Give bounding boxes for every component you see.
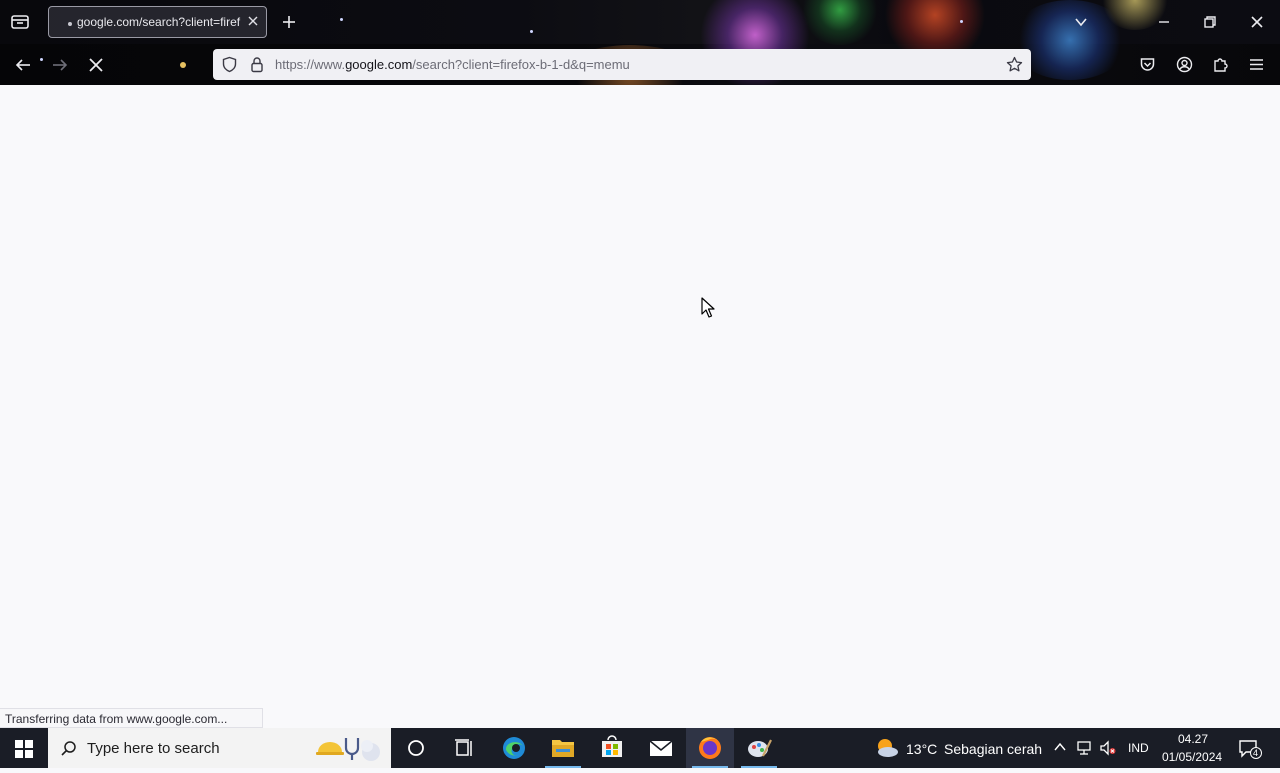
paint-taskbar-button[interactable]	[735, 728, 783, 768]
status-panel: Transferring data from www.google.com...	[0, 708, 263, 728]
firefox-taskbar-button[interactable]	[686, 728, 734, 768]
url-path: /search?client=firefox-b-1-d&q=memu	[412, 57, 630, 72]
back-button[interactable]	[14, 56, 32, 74]
wallpaper-decoration	[960, 20, 963, 23]
paint-icon	[748, 739, 772, 757]
extensions-icon	[1214, 58, 1228, 72]
star-icon	[1006, 56, 1023, 72]
tab-list-icon[interactable]	[10, 13, 30, 31]
restore-button[interactable]	[1202, 14, 1218, 30]
account-icon	[1176, 56, 1193, 73]
tracking-protection-button[interactable]	[221, 56, 238, 73]
new-tab-button[interactable]	[281, 14, 297, 30]
mouse-cursor-icon	[701, 297, 715, 324]
edge-icon	[503, 737, 525, 759]
firefox-icon	[699, 737, 721, 759]
clock-date[interactable]: 01/05/2024	[1162, 750, 1222, 764]
notification-icon	[1239, 740, 1262, 759]
url-prefix: https://www.	[275, 57, 346, 72]
store-icon	[602, 735, 622, 757]
store-taskbar-button[interactable]	[588, 728, 636, 768]
weather-temperature[interactable]: 13°C	[906, 741, 937, 757]
list-all-tabs-button[interactable]	[1073, 14, 1089, 30]
stop-loading-button[interactable]	[87, 56, 105, 74]
taskbar-search-box[interactable]: Type here to search	[48, 728, 391, 768]
browser-tab[interactable]: google.com/search?client=firef	[48, 6, 267, 38]
site-security-button[interactable]	[249, 56, 265, 73]
wallpaper-decoration	[340, 18, 343, 21]
volume-muted-icon[interactable]	[1099, 740, 1117, 756]
search-placeholder: Type here to search	[87, 740, 220, 757]
url-domain: google.com	[345, 57, 413, 72]
shield-icon	[222, 56, 237, 73]
app-menu-button[interactable]	[1248, 56, 1265, 73]
minimize-icon	[1159, 21, 1169, 23]
wallpaper-decoration	[180, 62, 186, 68]
search-highlight-icon	[314, 734, 386, 762]
stop-icon	[89, 58, 103, 72]
start-button[interactable]	[14, 739, 34, 759]
plus-icon	[283, 16, 295, 28]
chevron-up-icon	[1054, 742, 1066, 751]
account-button[interactable]	[1176, 56, 1193, 73]
show-hidden-icons-button[interactable]	[1053, 740, 1067, 754]
mail-taskbar-button[interactable]	[637, 728, 685, 768]
chevron-down-icon	[1075, 18, 1087, 27]
windows-logo-icon	[15, 740, 33, 758]
weather-icon[interactable]	[873, 736, 899, 760]
task-view-button[interactable]	[440, 728, 488, 768]
hamburger-menu-icon	[1250, 59, 1263, 70]
extensions-button[interactable]	[1212, 56, 1229, 73]
file-explorer-taskbar-button[interactable]	[539, 728, 587, 768]
bookmark-button[interactable]	[1006, 56, 1023, 73]
cortana-icon	[408, 740, 424, 756]
status-text: Transferring data from www.google.com...	[5, 712, 228, 726]
loading-indicator-icon	[68, 22, 72, 26]
lock-icon	[251, 57, 263, 73]
url-text[interactable]: https://www.google.com/search?client=fir…	[275, 57, 630, 72]
restore-icon	[1204, 16, 1216, 28]
clock-time[interactable]: 04.27	[1178, 732, 1208, 746]
back-arrow-icon	[15, 59, 30, 71]
folder-icon	[552, 740, 574, 757]
network-icon[interactable]	[1076, 740, 1094, 756]
close-window-button[interactable]	[1249, 14, 1265, 30]
task-view-icon	[455, 739, 472, 756]
weather-description[interactable]: Sebagian cerah	[944, 741, 1042, 757]
close-tab-icon[interactable]	[246, 14, 260, 28]
notification-count: 4	[1253, 748, 1259, 758]
search-icon	[60, 740, 77, 757]
input-language[interactable]: IND	[1128, 741, 1149, 755]
cortana-button[interactable]	[392, 728, 440, 768]
forward-arrow-icon	[53, 59, 68, 71]
mail-icon	[649, 740, 673, 756]
pocket-icon	[1140, 58, 1155, 71]
wallpaper-decoration	[530, 30, 533, 33]
tab-title: google.com/search?client=firef	[77, 15, 241, 29]
action-center-button[interactable]: 4	[1238, 739, 1262, 759]
edge-taskbar-button[interactable]	[490, 728, 538, 768]
forward-button[interactable]	[51, 56, 69, 74]
minimize-button[interactable]	[1156, 14, 1172, 30]
address-bar[interactable]: https://www.google.com/search?client=fir…	[213, 49, 1031, 80]
pocket-button[interactable]	[1139, 56, 1156, 73]
close-icon	[1251, 16, 1263, 28]
page-content[interactable]	[0, 85, 1280, 728]
wallpaper-decoration	[40, 58, 43, 61]
